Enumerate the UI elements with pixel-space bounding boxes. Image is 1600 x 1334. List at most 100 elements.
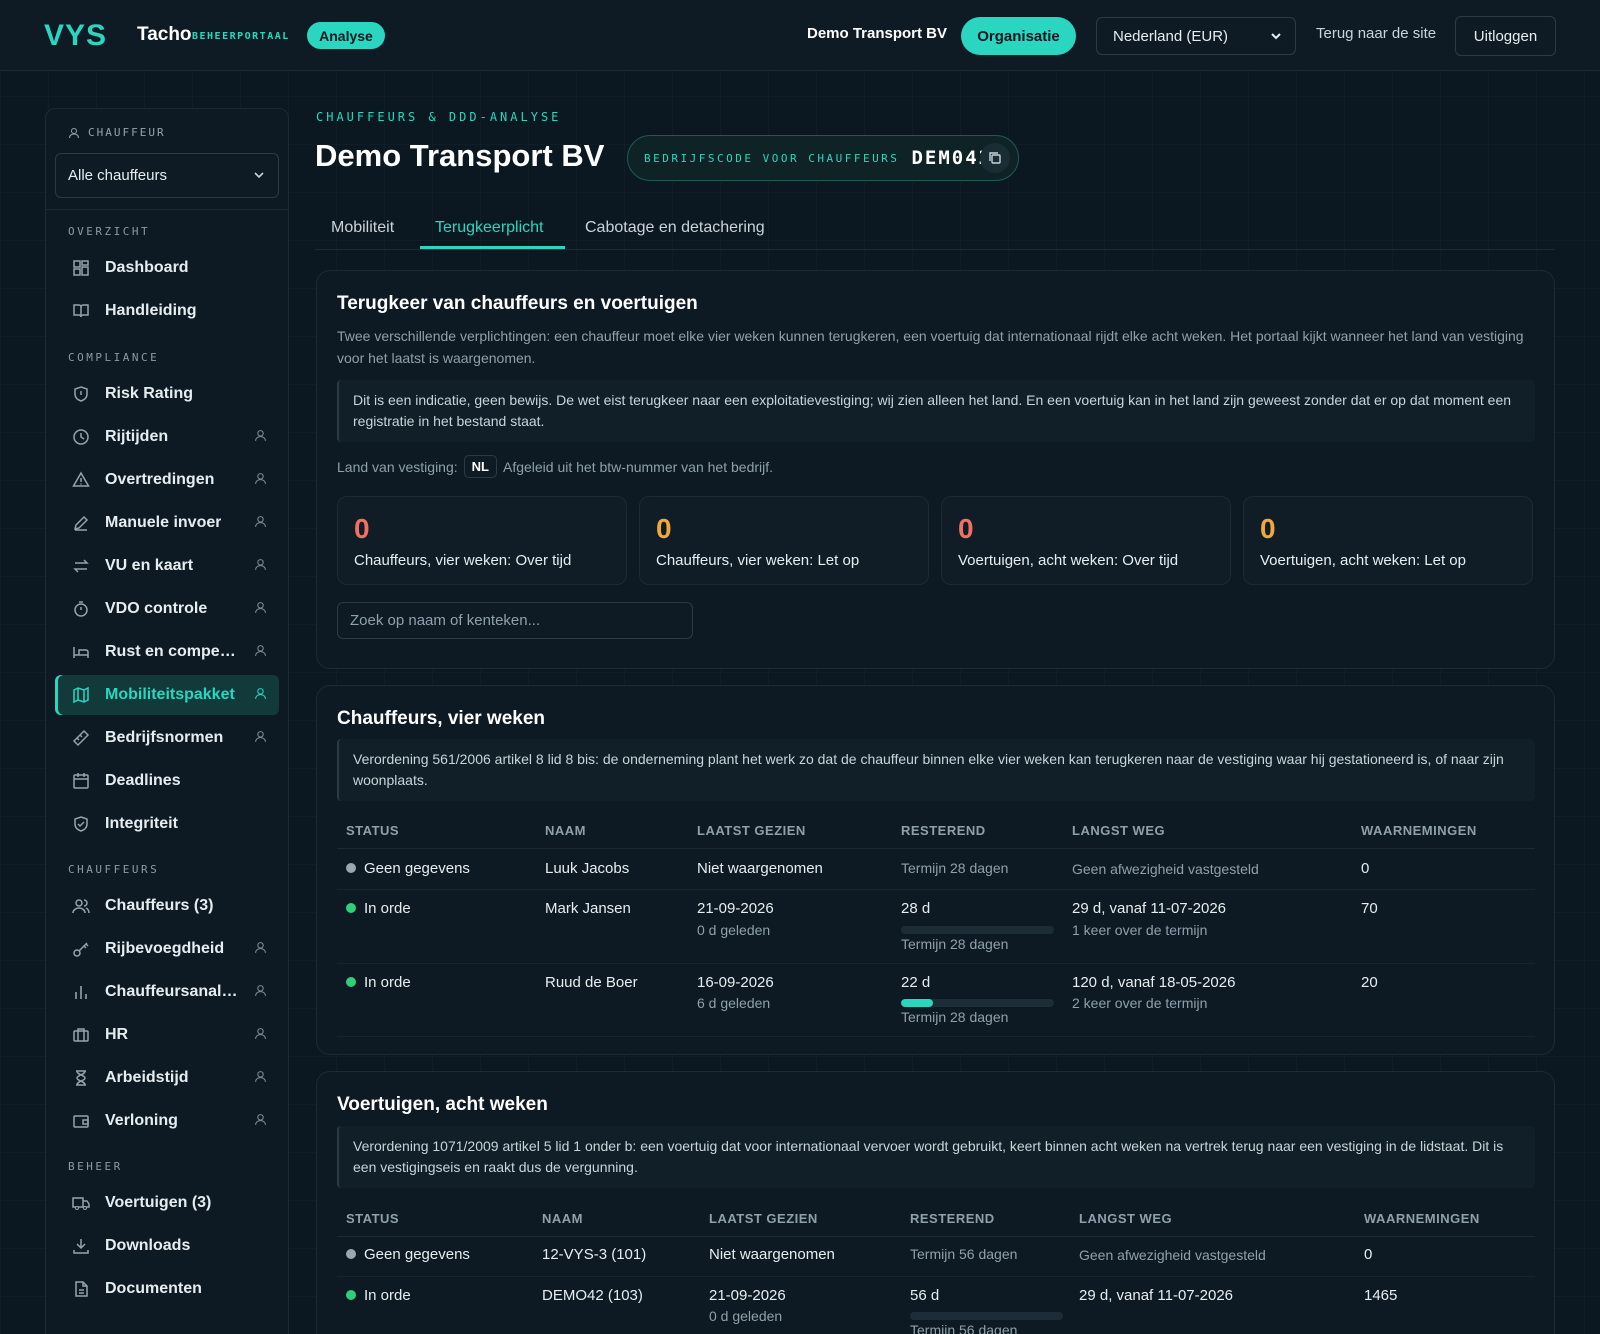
driver-select[interactable]: Alle chauffeurs	[55, 153, 279, 198]
person-icon	[255, 645, 266, 656]
stat-card: 0 Voertuigen, acht weken: Let op	[1243, 496, 1533, 585]
sidebar-item-label: Risk Rating	[105, 385, 194, 402]
active-tab-indicator	[420, 246, 565, 249]
person-icon	[255, 1028, 266, 1039]
sidebar-item-label: VU en kaart	[105, 557, 194, 574]
page-title: Demo Transport BV	[315, 138, 605, 173]
stat-card: 0 Voertuigen, acht weken: Over tijd	[941, 496, 1231, 585]
sidebar-item-rust-en-compensatie[interactable]: Rust en compensatie	[55, 632, 279, 672]
shield-check-icon	[71, 814, 91, 834]
logo-text: VYS	[44, 19, 108, 52]
person-icon	[255, 559, 266, 570]
sidebar-item-label: Rijbevoegdheid	[105, 940, 225, 957]
remaining-term: Termijn 56 dagen	[910, 1322, 1018, 1334]
remaining-term: Termijn 56 dagen	[910, 1246, 1018, 1262]
sidebar-item-label: Chauffeursanalyse	[105, 983, 245, 1000]
last-seen-cell: 21-09-2026	[697, 900, 774, 917]
name-cell: Luuk Jacobs	[545, 860, 630, 877]
person-icon	[255, 430, 266, 441]
observations-cell: 1465	[1364, 1287, 1398, 1304]
overview-card: Terugkeer van chauffeurs en voertuigen T…	[316, 270, 1555, 669]
person-icon	[255, 473, 266, 484]
sidebar-item-rijbevoegdheid[interactable]: Rijbevoegdheid	[55, 929, 279, 969]
tab-cabotage[interactable]: Cabotage en detachering	[585, 219, 765, 237]
status-dot	[346, 1290, 356, 1300]
sidebar-item-chauffeurs[interactable]: Chauffeurs (3)	[55, 886, 279, 926]
organisatie-button[interactable]: Organisatie	[961, 17, 1076, 55]
bed-icon	[71, 642, 91, 662]
sidebar-item-mobiliteitspakket[interactable]: Mobiliteitspakket	[55, 675, 279, 715]
column-header: WAARNEMINGEN	[1364, 1211, 1480, 1226]
sidebar-item-documenten[interactable]: Documenten	[55, 1269, 279, 1309]
sidebar-item-hr[interactable]: HR	[55, 1015, 279, 1055]
search-input[interactable]	[337, 602, 693, 639]
land-label: Land van vestiging:	[337, 458, 458, 475]
last-seen-cell: Niet waargenomen	[697, 860, 823, 877]
sidebar-item-label: Rijtijden	[105, 428, 169, 445]
remaining-progress-bar	[910, 1312, 1063, 1320]
sidebar-item-verloning[interactable]: Verloning	[55, 1101, 279, 1141]
wallet-icon	[71, 1111, 91, 1131]
copy-code-button[interactable]	[980, 143, 1010, 173]
sidebar-item-chauffeursanalyse[interactable]: Chauffeursanalyse	[55, 972, 279, 1012]
sidebar-item-label: HR	[105, 1026, 129, 1043]
longest-away-cell: Geen afwezigheid vastgesteld	[1072, 861, 1259, 877]
remaining-term: Termijn 28 dagen	[901, 860, 1009, 876]
sidebar-item-downloads[interactable]: Downloads	[55, 1226, 279, 1266]
sidebar-item-handleiding[interactable]: Handleiding	[55, 291, 279, 331]
sidebar-item-bedrijfsnormen[interactable]: Bedrijfsnormen	[55, 718, 279, 758]
longest-away-cell: 29 d, vanaf 11-07-2026	[1079, 1287, 1234, 1304]
sidebar-item-overtredingen[interactable]: Overtredingen	[55, 460, 279, 500]
status-dot	[346, 977, 356, 987]
sidebar-item-arbeidstijd[interactable]: Arbeidstijd	[55, 1058, 279, 1098]
person-icon	[255, 985, 266, 996]
sidebar-item-label: VDO controle	[105, 600, 208, 617]
back-to-site-link[interactable]: Terug naar de site	[1316, 25, 1436, 42]
sidebar-item-rijtijden[interactable]: Rijtijden	[55, 417, 279, 457]
last-seen-ago: 6 d geleden	[697, 995, 771, 1011]
logout-button[interactable]: Uitloggen	[1455, 16, 1556, 56]
analyse-badge: Analyse	[307, 22, 385, 49]
sidebar-item-manuele-invoer[interactable]: Manuele invoer	[55, 503, 279, 543]
shield-icon	[71, 384, 91, 404]
sidebar-item-integriteit[interactable]: Integriteit	[55, 804, 279, 844]
column-header: RESTEREND	[901, 823, 986, 838]
remaining-term: Termijn 28 dagen	[901, 1009, 1009, 1025]
stat-label: Voertuigen, acht weken: Let op	[1260, 552, 1466, 569]
sidebar-item-vdo-controle[interactable]: VDO controle	[55, 589, 279, 629]
vehicles-note: Verordening 1071/2009 artikel 5 lid 1 on…	[337, 1126, 1535, 1188]
map-icon	[71, 685, 91, 705]
briefcase-icon	[71, 1025, 91, 1045]
driver-select-value: Alle chauffeurs	[68, 167, 167, 184]
column-header: WAARNEMINGEN	[1361, 823, 1477, 838]
person-icon	[255, 731, 266, 742]
longest-away-cell: 29 d, vanaf 11-07-2026	[1072, 900, 1227, 917]
status-cell: Geen gegevens	[346, 860, 470, 877]
logo[interactable]: VYS	[44, 20, 107, 52]
longest-away-sub: 2 keer over de termijn	[1072, 995, 1208, 1011]
section-chauffeurs: CHAUFFEURS	[68, 863, 160, 876]
observations-cell: 0	[1361, 860, 1370, 877]
company-code-pill: BEDRIJFSCODE VOOR CHAUFFEURS DEM042	[627, 135, 1019, 181]
tab-mobiliteit[interactable]: Mobiliteit	[331, 219, 394, 237]
arrows-swap-icon	[71, 556, 91, 576]
sidebar-item-label: Deadlines	[105, 772, 181, 789]
company-code-label: BEDRIJFSCODE VOOR CHAUFFEURS	[644, 151, 900, 165]
status-dot	[346, 863, 356, 873]
sidebar-item-risk-rating[interactable]: Risk Rating	[55, 374, 279, 414]
chevron-down-icon	[1271, 33, 1281, 40]
remaining-cell: 22 d	[901, 974, 931, 991]
row-divider	[337, 963, 1535, 964]
sidebar-item-deadlines[interactable]: Deadlines	[55, 761, 279, 801]
row-divider	[337, 1276, 1535, 1277]
sidebar-item-voertuigen[interactable]: Voertuigen (3)	[55, 1183, 279, 1223]
sidebar-item-dashboard[interactable]: Dashboard	[55, 248, 279, 288]
sidebar-item-vu-en-kaart[interactable]: VU en kaart	[55, 546, 279, 586]
land-code-chip: NL	[463, 455, 497, 478]
overview-title: Terugkeer van chauffeurs en voertuigen	[337, 293, 698, 314]
sidebar-item-label: Handleiding	[105, 302, 197, 319]
name-cell: Mark Jansen	[545, 900, 631, 917]
country-select[interactable]: Nederland (EUR)	[1096, 17, 1296, 55]
tab-terugkeerplicht[interactable]: Terugkeerplicht	[435, 219, 544, 237]
row-divider	[337, 889, 1535, 890]
